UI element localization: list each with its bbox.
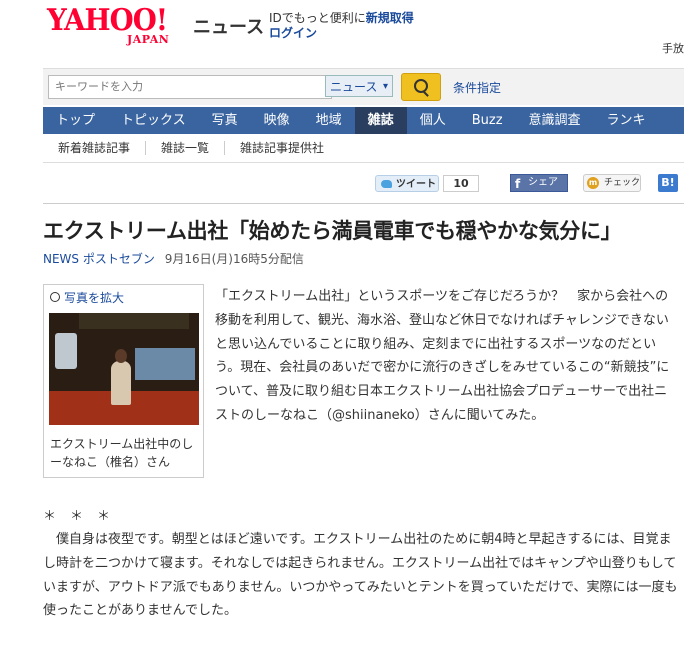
photo-enlarge-link[interactable]: 写真を拡大: [50, 289, 124, 306]
article-source-link[interactable]: NEWS ポストセブン: [43, 252, 155, 266]
zoom-icon: [50, 292, 60, 302]
title-divider: [43, 203, 684, 204]
main-nav: トップ トピックス 写真 映像 地域 雑誌 個人 Buzz 意識調査 ランキ: [43, 107, 684, 134]
search-bar: ニュース ▾ 条件指定: [43, 68, 684, 105]
twitter-bird-icon: [381, 180, 392, 188]
section-separator: ＊＊＊: [43, 509, 125, 524]
photo-enlarge-label: 写真を拡大: [64, 291, 125, 305]
article-title: エクストリーム出社「始めたら満員電車でも穏やかな気分に」: [43, 219, 622, 243]
article-date: 9月16日(月)16時5分配信: [164, 252, 304, 266]
photo-caption: エクストリーム出社中のしーなねこ（椎名）さん: [50, 437, 194, 469]
nav-item-personal[interactable]: 個人: [407, 107, 459, 134]
nav-item-video[interactable]: 映像: [251, 107, 303, 134]
search-category-value: ニュース: [330, 80, 378, 94]
article-meta: NEWS ポストセブン 9月16日(月)16時5分配信: [43, 250, 304, 267]
nav-item-topics[interactable]: トピックス: [108, 107, 199, 134]
nav-item-top[interactable]: トップ: [43, 107, 108, 134]
search-button[interactable]: [401, 73, 441, 101]
photo-box: 写真を拡大 エクストリーム出社中のしーなねこ（椎名）さん: [43, 284, 204, 478]
login-link[interactable]: ログイン: [269, 26, 317, 40]
mixi-icon: m: [587, 177, 599, 189]
sub-nav: 新着雑誌記事 雑誌一覧 雑誌記事提供社: [43, 134, 684, 163]
login-prefix: IDでもっと便利に: [269, 11, 366, 25]
site-name[interactable]: ニュース: [193, 13, 264, 39]
article-lead: 「エクストリーム出社」というスポーツをご存じだろうか？ 家から会社への移動を利用…: [215, 289, 670, 423]
hatena-bookmark-button[interactable]: B!: [658, 174, 678, 192]
article-body: 僕自身は夜型です。朝型とはほど遠いです。エクストリーム出社のために朝4時と早起き…: [43, 532, 678, 619]
logo-subtext: JAPAN: [127, 33, 170, 46]
nav-item-buzz[interactable]: Buzz: [459, 107, 516, 134]
search-icon: [414, 79, 428, 93]
nav-item-ranking[interactable]: ランキ: [594, 107, 659, 134]
mixi-check-button[interactable]: m チェック: [583, 174, 641, 192]
subnav-providers[interactable]: 雑誌記事提供社: [225, 141, 339, 155]
nav-item-photos[interactable]: 写真: [199, 107, 251, 134]
tweet-count: 10: [443, 175, 479, 192]
logo-text: YAHOO!: [47, 3, 168, 38]
yahoo-japan-logo[interactable]: YAHOO! JAPAN: [47, 3, 178, 47]
check-label: チェック: [604, 178, 641, 188]
subnav-new-articles[interactable]: 新着雑誌記事: [43, 141, 147, 155]
tweet-button[interactable]: ツイート: [375, 175, 439, 192]
top-right-link[interactable]: 手放: [662, 40, 684, 56]
search-category-select[interactable]: ニュース ▾: [325, 75, 393, 97]
nav-item-magazine[interactable]: 雑誌: [354, 107, 407, 134]
tweet-label: ツイート: [396, 179, 436, 190]
search-input[interactable]: [48, 75, 332, 99]
chevron-down-icon: ▾: [382, 81, 388, 92]
subnav-magazine-list[interactable]: 雑誌一覧: [146, 141, 226, 155]
search-condition-link[interactable]: 条件指定: [453, 79, 501, 96]
facebook-share-button[interactable]: f シェア: [510, 174, 568, 192]
article-photo[interactable]: [49, 313, 199, 425]
nav-item-region[interactable]: 地域: [303, 107, 355, 134]
signup-link[interactable]: 新規取得: [366, 11, 414, 25]
facebook-share-label: シェア: [528, 177, 558, 188]
nav-item-survey[interactable]: 意識調査: [516, 107, 594, 134]
facebook-icon: f: [515, 177, 521, 191]
